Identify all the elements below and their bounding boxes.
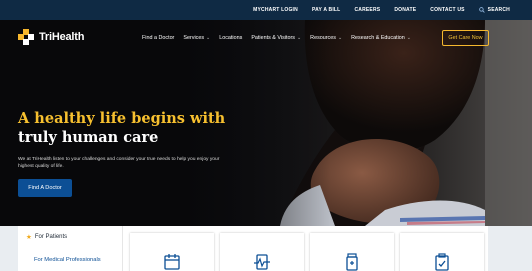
- find-a-doctor-button[interactable]: Find A Doctor: [18, 179, 72, 197]
- audience-tabs: ★ For Patients For Medical Professionals: [18, 226, 123, 271]
- chevron-down-icon: ⌄: [296, 35, 302, 41]
- calendar-icon: [164, 254, 180, 270]
- chevron-down-icon: ⌄: [337, 35, 343, 41]
- mychart-login-link[interactable]: MYCHART LOGIN: [253, 7, 298, 13]
- chevron-down-icon: ⌄: [206, 35, 211, 41]
- medicine-bottle-icon: [346, 253, 358, 271]
- quick-link-card[interactable]: [130, 233, 214, 271]
- nav-research-education[interactable]: Research & Education ⌄: [351, 35, 411, 41]
- utility-links: MYCHART LOGIN PAY A BILL CAREERS DONATE …: [253, 0, 510, 20]
- hero-intro-text: We at TriHealth listen to your challenge…: [18, 157, 220, 170]
- contact-us-link[interactable]: CONTACT US: [430, 7, 464, 13]
- nav-resources[interactable]: Resources ⌄: [310, 35, 342, 41]
- clipboard-check-icon: [435, 253, 449, 271]
- nav-patients-visitors[interactable]: Patients & Visitors ⌄: [251, 35, 301, 41]
- quick-link-card[interactable]: [220, 233, 304, 271]
- quick-link-cards: [130, 233, 484, 271]
- pay-a-bill-link[interactable]: PAY A BILL: [312, 7, 341, 13]
- nav-services[interactable]: Services ⌄: [183, 35, 210, 41]
- chevron-down-icon: ⌄: [406, 35, 411, 41]
- careers-link[interactable]: CAREERS: [354, 7, 380, 13]
- nav-label: Find a Doctor: [142, 35, 175, 41]
- trihealth-logo-icon: [18, 29, 34, 45]
- quick-link-card[interactable]: [310, 233, 394, 271]
- nav-locations[interactable]: Locations: [219, 35, 242, 41]
- nav-label: Research & Education: [351, 35, 405, 41]
- nav-label: Resources: [310, 35, 336, 41]
- donate-link[interactable]: DONATE: [394, 7, 416, 13]
- tab-for-medical-professionals[interactable]: For Medical Professionals: [18, 248, 123, 271]
- search-icon: [478, 7, 485, 13]
- brand-name: TriHealth: [39, 31, 85, 43]
- hero-headline-line2: truly human care: [18, 129, 159, 146]
- search-link[interactable]: SEARCH: [478, 7, 510, 13]
- utility-bar: MYCHART LOGIN PAY A BILL CAREERS DONATE …: [0, 0, 532, 20]
- nav-find-a-doctor[interactable]: Find a Doctor: [142, 35, 174, 41]
- trihealth-logo[interactable]: TriHealth: [18, 29, 84, 45]
- quick-link-card[interactable]: [400, 233, 484, 271]
- hero-headline: A healthy life begins with truly human c…: [18, 109, 268, 147]
- primary-nav-items: Find a Doctor Services ⌄ Locations Patie…: [142, 20, 411, 56]
- hero-headline-line1: A healthy life begins with: [18, 110, 226, 127]
- star-icon: ★: [26, 234, 32, 241]
- nav-label: Locations: [219, 35, 243, 41]
- tab-label: For Patients: [34, 234, 68, 240]
- page: MYCHART LOGIN PAY A BILL CAREERS DONATE …: [0, 0, 532, 271]
- nav-label: Services: [183, 35, 205, 41]
- tab-for-patients[interactable]: ★ For Patients: [18, 226, 123, 248]
- main-navigation: TriHealth Find a Doctor Services ⌄ Locat…: [0, 20, 532, 56]
- heart-monitor-icon: [254, 254, 270, 270]
- search-label: SEARCH: [487, 7, 510, 13]
- get-care-now-button[interactable]: Get Care Now: [442, 30, 489, 46]
- nav-label: Patients & Visitors: [251, 35, 295, 41]
